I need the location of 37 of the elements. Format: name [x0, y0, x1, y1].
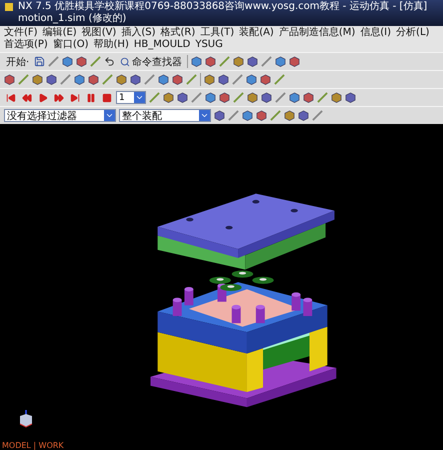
start-button[interactable]: 开始· — [4, 54, 32, 69]
menu-item[interactable]: 视图(V) — [82, 27, 116, 39]
save-icon[interactable] — [34, 56, 46, 67]
axis-triad-icon — [18, 410, 34, 428]
selection-filter-dropdown[interactable]: 没有选择过滤器 — [4, 109, 116, 122]
app-icon — [4, 2, 14, 12]
menu-item[interactable]: HB_MOULD — [134, 39, 190, 51]
menu-item[interactable]: 工具(T) — [200, 27, 234, 39]
window-title: NX 7.5 优胜模具学校新课程0769-88033868咨询www.yosg.com教程 - 运动仿真 - [仿真] motion_1.sim (修改的) — [18, 1, 428, 25]
fast-forward-icon — [54, 92, 64, 102]
rewind-icon — [22, 92, 32, 102]
menu-item[interactable]: 分析(L) — [396, 27, 430, 39]
skip-back-icon — [6, 92, 16, 102]
pause-icon — [86, 92, 96, 102]
menu-item[interactable]: 装配(A) — [239, 27, 274, 39]
search-icon — [120, 56, 130, 66]
caret-icon — [104, 110, 115, 121]
caret-icon — [199, 110, 210, 121]
menu-item[interactable]: 信息(I) — [360, 27, 392, 39]
undo-icon[interactable] — [104, 56, 116, 67]
work-mode-status: MODEL | WORK — [2, 441, 64, 450]
stop-icon — [102, 92, 112, 102]
menu-item[interactable]: 插入(S) — [121, 27, 156, 39]
play-icon — [38, 92, 48, 102]
skip-forward-icon — [70, 92, 80, 102]
menu-item[interactable]: 编辑(E) — [42, 27, 77, 39]
scope-dropdown[interactable]: 整个装配 — [119, 109, 211, 122]
menu-item[interactable]: 帮助(H) — [94, 39, 129, 51]
menu-item[interactable]: 格式(R) — [160, 27, 196, 39]
command-finder-button[interactable]: 命令查找器 — [118, 54, 184, 69]
menu-item[interactable]: 文件(F) — [4, 27, 38, 39]
menu-item[interactable]: 产品制造信息(M) — [278, 27, 356, 39]
menu-item[interactable]: 窗口(O) — [52, 39, 89, 51]
menu-item[interactable]: 首选项(P) — [4, 39, 48, 51]
step-field[interactable]: 1 — [116, 91, 146, 104]
menu-item[interactable]: YSUG — [195, 39, 223, 51]
caret-icon — [134, 92, 145, 103]
